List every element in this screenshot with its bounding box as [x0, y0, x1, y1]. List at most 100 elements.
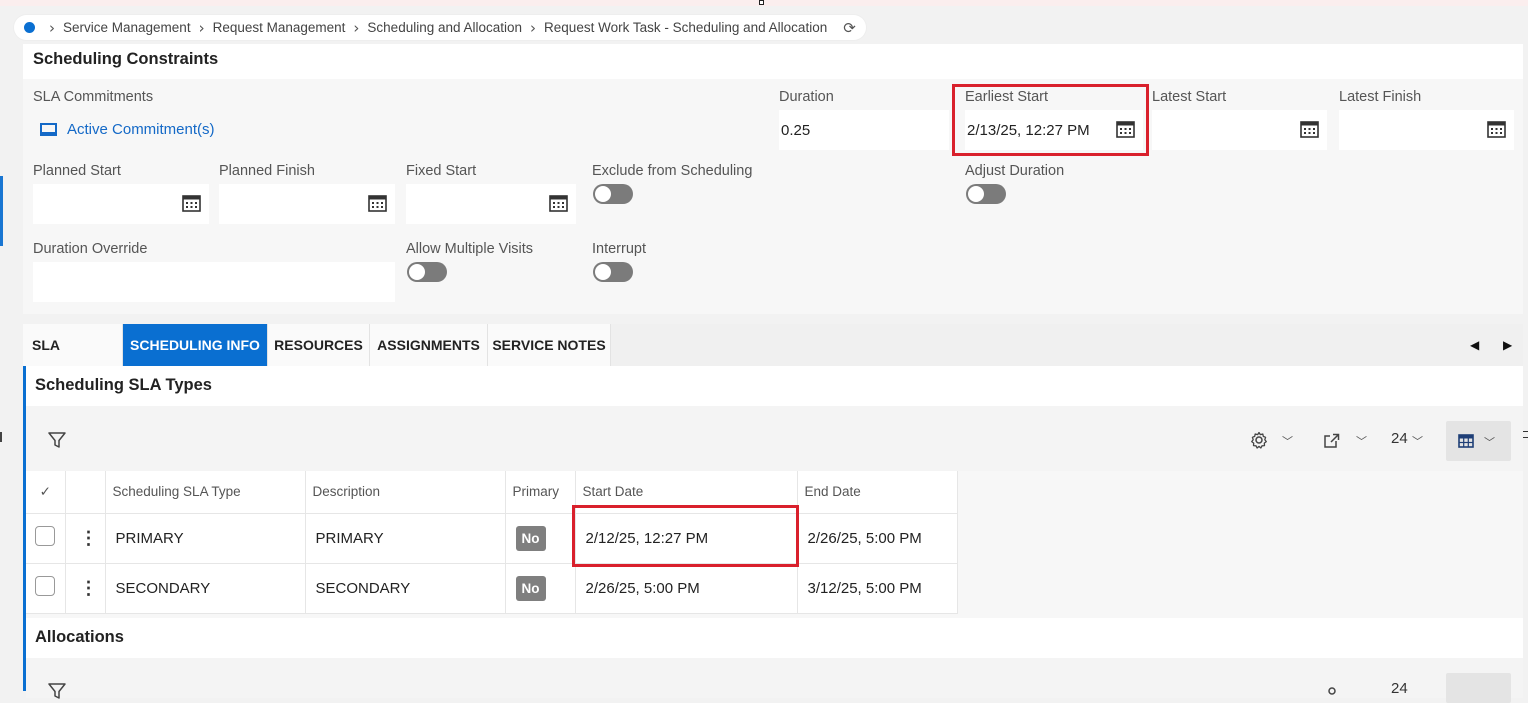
- page-size-value[interactable]: 24: [1391, 430, 1408, 447]
- latest-start-field[interactable]: [1152, 110, 1327, 150]
- calendar-icon[interactable]: [1300, 120, 1319, 138]
- filter-icon[interactable]: [48, 431, 66, 449]
- interrupt-toggle[interactable]: [593, 262, 633, 282]
- cell-start-date: 2/26/25, 5:00 PM: [575, 563, 798, 614]
- table-row[interactable]: ⋮ SECONDARY SECONDARY No 2/26/25, 5:00 P…: [26, 563, 958, 614]
- chevron-right-icon: ›: [49, 18, 55, 37]
- column-header-description[interactable]: Description: [305, 471, 506, 514]
- scroll-left-icon[interactable]: ◀: [1470, 338, 1479, 352]
- left-accent-bar: [0, 176, 3, 246]
- duration-field[interactable]: 0.25: [779, 110, 949, 150]
- allocations-toolbar: 24: [26, 658, 1523, 700]
- latest-finish-label: Latest Finish: [1339, 89, 1422, 105]
- chevron-right-icon: ›: [353, 18, 360, 37]
- primary-badge: No: [515, 525, 546, 551]
- table-header-row: ✓ Scheduling SLA Type Description Primar…: [26, 471, 958, 514]
- gear-icon[interactable]: [1250, 431, 1268, 449]
- column-header-primary[interactable]: Primary: [505, 471, 576, 514]
- row-menu-icon[interactable]: ⋮: [80, 578, 98, 598]
- row-actions-header: [65, 471, 106, 514]
- cell-description: PRIMARY: [305, 513, 506, 564]
- gear-icon[interactable]: [1323, 682, 1341, 700]
- table-view-icon: [1458, 434, 1474, 448]
- cell-description: SECONDARY: [305, 563, 506, 614]
- tab-service-notes[interactable]: SERVICE NOTES: [488, 324, 611, 366]
- page-size-chevron-down-icon[interactable]: ﹀: [1412, 433, 1423, 449]
- duration-override-field[interactable]: [33, 262, 395, 302]
- latest-start-label: Latest Start: [1152, 89, 1227, 105]
- planned-start-label: Planned Start: [33, 163, 121, 179]
- adjust-duration-toggle[interactable]: [966, 184, 1006, 204]
- active-commitments-link[interactable]: Active Commitment(s): [40, 121, 215, 138]
- table-row[interactable]: ⋮ PRIMARY PRIMARY No 2/12/25, 12:27 PM 2…: [26, 513, 958, 564]
- export-icon[interactable]: [1323, 431, 1341, 449]
- home-dot-icon[interactable]: [24, 22, 35, 33]
- breadcrumb-item-request-management[interactable]: Request Management: [213, 20, 346, 35]
- filter-icon[interactable]: [48, 682, 66, 700]
- interrupt-label: Interrupt: [592, 241, 646, 257]
- primary-badge: No: [515, 575, 546, 601]
- duration-value: 0.25: [781, 121, 811, 139]
- top-strip: [0, 0, 1528, 6]
- row-checkbox[interactable]: [35, 576, 55, 596]
- tab-scheduling-info[interactable]: SCHEDULING INFO: [123, 324, 268, 366]
- fixed-start-field[interactable]: [406, 184, 576, 224]
- calendar-icon[interactable]: [182, 194, 201, 212]
- scroll-right-icon[interactable]: ▶: [1503, 338, 1512, 352]
- view-mode-button[interactable]: ﹀: [1446, 421, 1511, 461]
- sla-types-toolbar: ﹀ ﹀ 24 ﹀: [26, 406, 1523, 471]
- row-menu-icon[interactable]: ⋮: [80, 528, 98, 548]
- sla-types-header: [26, 366, 1523, 406]
- breadcrumb-item-service-management[interactable]: Service Management: [63, 20, 191, 35]
- panel-header: [23, 44, 1523, 79]
- cell-sla-type: SECONDARY: [105, 563, 306, 614]
- resize-handle[interactable]: [759, 0, 764, 5]
- latest-finish-field[interactable]: [1339, 110, 1514, 150]
- column-header-sla-type[interactable]: Scheduling SLA Type: [105, 471, 306, 514]
- breadcrumb-item-scheduling-allocation[interactable]: Scheduling and Allocation: [367, 20, 522, 35]
- sla-types-title: Scheduling SLA Types: [35, 376, 212, 394]
- export-chevron-down-icon[interactable]: ﹀: [1356, 433, 1367, 449]
- duration-override-label: Duration Override: [33, 241, 148, 257]
- tab-resources[interactable]: RESOURCES: [268, 324, 370, 366]
- exclude-scheduling-label: Exclude from Scheduling: [592, 163, 753, 179]
- cell-end-date: 2/26/25, 5:00 PM: [797, 513, 958, 564]
- chevron-right-icon: ›: [198, 18, 205, 37]
- highlight-earliest-start: [952, 84, 1149, 156]
- settings-chevron-down-icon[interactable]: ﹀: [1282, 433, 1293, 449]
- adjust-duration-label: Adjust Duration: [965, 163, 1065, 179]
- allocations-view-mode-button[interactable]: [1446, 673, 1511, 703]
- chevron-right-icon: ›: [530, 18, 537, 37]
- active-commitments-label: Active Commitment(s): [67, 121, 215, 138]
- allow-multiple-visits-label: Allow Multiple Visits: [406, 241, 534, 257]
- calendar-icon[interactable]: [549, 194, 568, 212]
- cell-end-date: 3/12/25, 5:00 PM: [797, 563, 958, 614]
- tab-assignments[interactable]: ASSIGNMENTS: [370, 324, 488, 366]
- allow-multiple-visits-toggle[interactable]: [407, 262, 447, 282]
- planned-finish-label: Planned Finish: [219, 163, 315, 179]
- planned-start-field[interactable]: [33, 184, 209, 224]
- exclude-scheduling-toggle[interactable]: [593, 184, 633, 204]
- cell-sla-type: PRIMARY: [105, 513, 306, 564]
- planned-finish-field[interactable]: [219, 184, 395, 224]
- monitor-icon: [40, 123, 57, 136]
- tab-bar: SLA SCHEDULING INFO RESOURCES ASSIGNMENT…: [23, 324, 1523, 366]
- sla-types-table: ✓ Scheduling SLA Type Description Primar…: [26, 471, 958, 614]
- fixed-start-label: Fixed Start: [406, 163, 477, 179]
- section-title: Scheduling Constraints: [33, 50, 219, 68]
- highlight-start-date: [572, 505, 799, 567]
- duration-label: Duration: [779, 89, 834, 105]
- select-all-checkmark-icon[interactable]: ✓: [26, 471, 66, 514]
- column-header-end-date[interactable]: End Date: [797, 471, 958, 514]
- row-checkbox[interactable]: [35, 526, 55, 546]
- calendar-icon[interactable]: [368, 194, 387, 212]
- scheduling-constraints-panel: Scheduling Constraints SLA Commitments A…: [23, 44, 1523, 314]
- allocations-header: [26, 618, 1523, 658]
- view-mode-chevron-down-icon: ﹀: [1484, 436, 1495, 449]
- allocations-page-size[interactable]: 24: [1391, 680, 1408, 697]
- sla-commitments-label: SLA Commitments: [33, 89, 154, 105]
- refresh-icon[interactable]: ⟳: [843, 19, 856, 37]
- left-edge-mark: [0, 432, 2, 442]
- calendar-icon[interactable]: [1487, 120, 1506, 138]
- tab-sla[interactable]: SLA: [23, 324, 123, 366]
